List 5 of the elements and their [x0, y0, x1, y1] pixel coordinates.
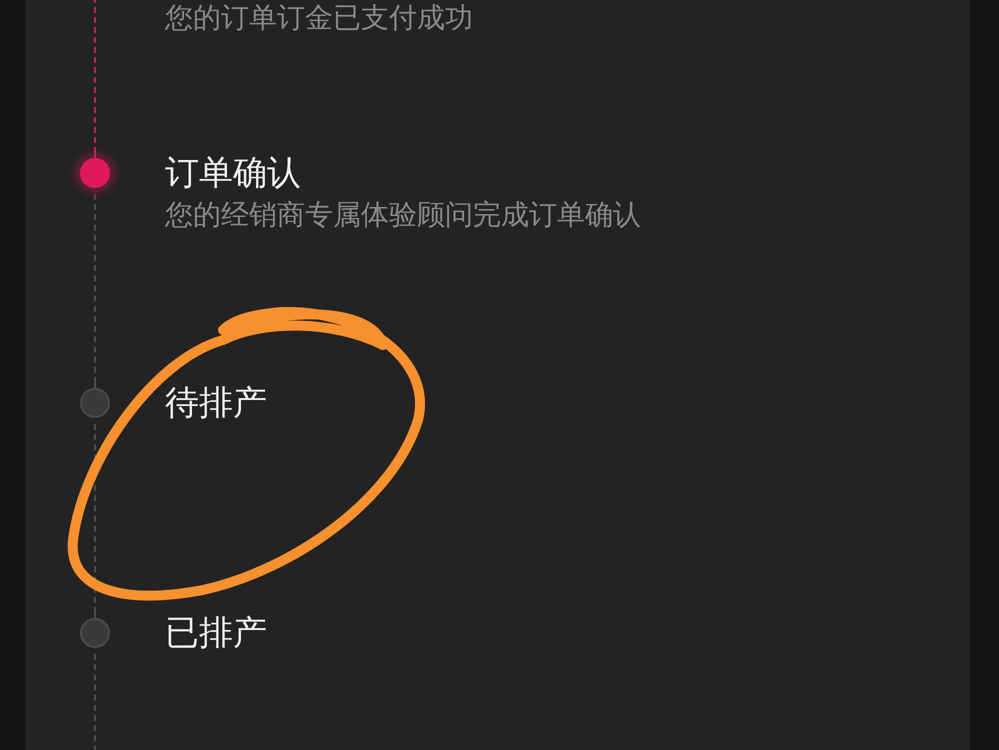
step-title: 已排产 [165, 613, 268, 653]
step-description: 您的经销商专属体验顾问完成订单确认 [165, 197, 642, 233]
step-title: 订单确认 [165, 153, 302, 193]
step-description: 您的订单订金已支付成功 [165, 0, 474, 36]
step-title: 待排产 [165, 383, 268, 423]
